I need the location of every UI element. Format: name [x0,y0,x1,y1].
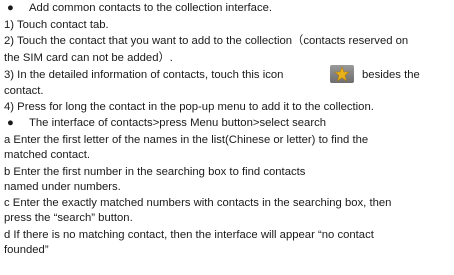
bullet-dot: ● [7,2,14,14]
step-text: 2) Touch the contact that you want to ad… [4,35,409,47]
step-text: founded” [4,244,49,256]
step-text: press the “search” button. [4,212,133,224]
step-text: d If there is no matching contact, then … [4,229,374,241]
section-heading: Add common contacts to the collection in… [29,2,273,14]
step-text: contact. [4,85,44,97]
star-icon [330,65,354,83]
step-text: a Enter the first letter of the names in… [4,134,369,146]
step-text: matched contact. [4,149,91,161]
step-text: c Enter the exactly matched numbers with… [4,197,392,209]
bullet-dot: ● [7,117,14,129]
step-text: besides the [362,69,420,81]
step-text: 4) Press for long the contact in the pop… [4,101,374,113]
step-text: 1) Touch contact tab. [4,19,109,31]
step-text: b Enter the first number in the searchin… [4,166,306,178]
step-text: the SIM card can not be added）. [4,52,173,64]
step-text: named under numbers. [4,181,121,193]
section-heading: The interface of contacts>press Menu but… [29,117,327,129]
step-text: 3) In the detailed information of contac… [4,69,284,81]
